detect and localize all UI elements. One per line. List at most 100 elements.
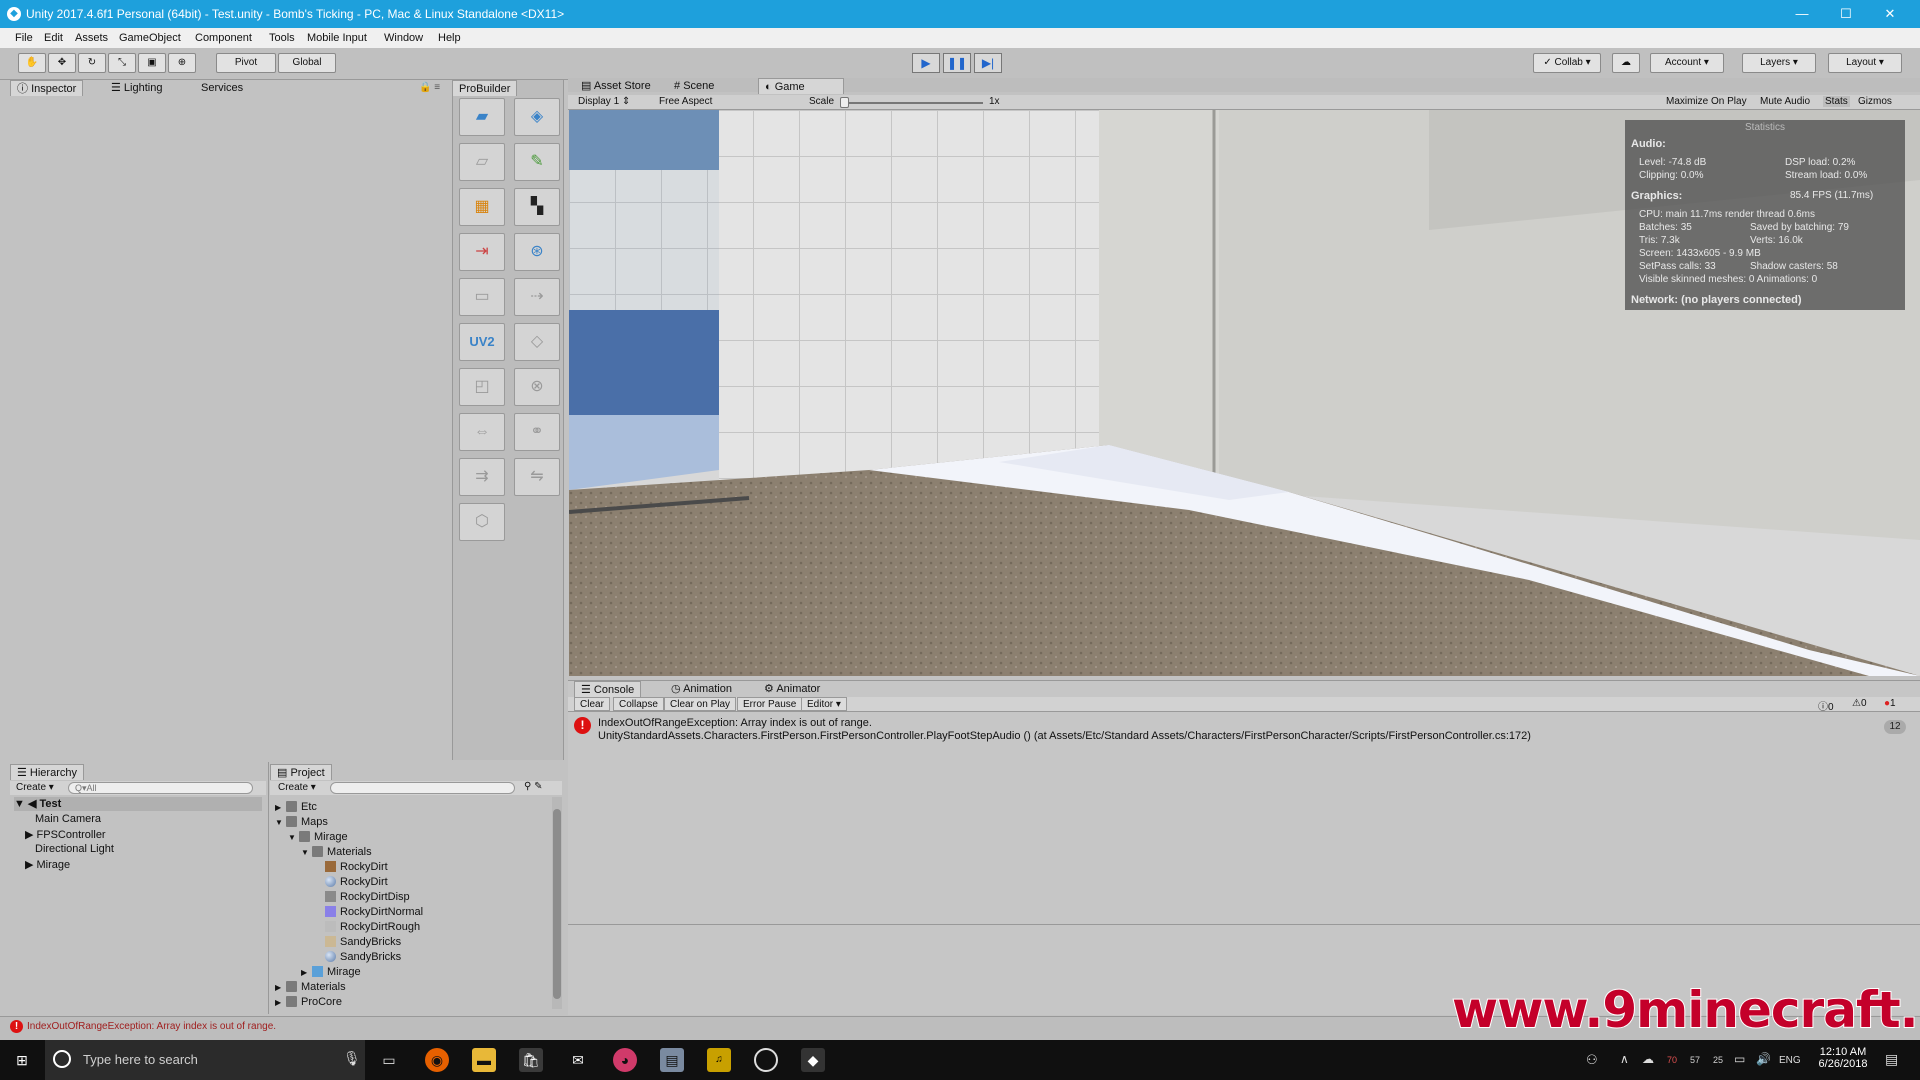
onedrive-icon[interactable]: ☁	[1642, 1052, 1654, 1066]
tab-animator[interactable]: ⚙ Animator	[758, 681, 826, 697]
tab-project[interactable]: ▤ Project	[270, 764, 332, 780]
expand-arrow-icon[interactable]: ▼	[288, 833, 299, 842]
project-item[interactable]: ▼ Mirage	[288, 831, 348, 843]
global-toggle[interactable]: Global	[278, 53, 336, 73]
project-scrollbar[interactable]	[552, 797, 562, 1009]
console-warning-toggle[interactable]: ⚠0	[1852, 698, 1867, 709]
console-collapse-button[interactable]: Collapse	[613, 697, 664, 711]
status-message[interactable]: IndexOutOfRangeException: Array index is…	[27, 1021, 276, 1032]
taskbar-clock[interactable]: 12:10 AM 6/26/2018	[1813, 1046, 1873, 1070]
edge-select-icon[interactable]: ⇢	[514, 278, 560, 316]
project-item[interactable]: SandyBricks	[314, 951, 401, 963]
play-button[interactable]: ▶	[912, 53, 940, 73]
scale-slider[interactable]	[843, 102, 983, 104]
menu-edit[interactable]: Edit	[44, 32, 63, 44]
gizmos-dropdown[interactable]: Gizmos	[1858, 96, 1892, 107]
maximize-on-play-toggle[interactable]: Maximize On Play	[1666, 96, 1747, 107]
uv-editor-icon[interactable]: ⇥	[459, 233, 505, 271]
flip-icon[interactable]: ⇔	[459, 413, 505, 451]
console-clear-button[interactable]: Clear	[574, 697, 610, 711]
project-item[interactable]: ▶ ProCore	[275, 996, 342, 1008]
pivot-select-icon[interactable]: ⊛	[514, 233, 560, 271]
bridge-icon[interactable]: ⇉	[459, 458, 505, 496]
extrude-icon[interactable]: ◇	[514, 323, 560, 361]
windows-start-icon[interactable]: ⊞	[10, 1048, 34, 1072]
merge-icon[interactable]: ⊗	[514, 368, 560, 406]
mirror-icon[interactable]: ◰	[459, 368, 505, 406]
project-item[interactable]: ▼ Maps	[275, 816, 328, 828]
menu-window[interactable]: Window	[384, 32, 423, 44]
project-item[interactable]: RockyDirtRough	[314, 921, 420, 933]
move-tool-icon[interactable]: ✥	[48, 53, 76, 73]
shape-tool-icon[interactable]: ▰	[459, 98, 505, 136]
mute-audio-toggle[interactable]: Mute Audio	[1760, 96, 1810, 107]
console-detail-divider[interactable]	[568, 924, 1920, 925]
expand-arrow-icon[interactable]: ▶	[275, 998, 286, 1007]
hierarchy-item-fpscontroller[interactable]: ▶ FPSController	[25, 828, 106, 841]
notifications-icon[interactable]: ▤	[1885, 1051, 1898, 1068]
hierarchy-item-directional-light[interactable]: Directional Light	[35, 843, 114, 855]
account-dropdown[interactable]: Account ▾	[1650, 53, 1724, 73]
console-editor-dropdown[interactable]: Editor ▾	[801, 697, 847, 711]
cloud-icon[interactable]: ☁	[1612, 53, 1640, 73]
transform-tool-icon[interactable]: ⊕	[168, 53, 196, 73]
tab-asset-store[interactable]: ▤ Asset Store	[575, 78, 657, 94]
poly-shape-icon[interactable]: ◈	[514, 98, 560, 136]
project-item[interactable]: ▶ Materials	[275, 981, 346, 993]
tab-hierarchy[interactable]: ☰ Hierarchy	[10, 764, 84, 780]
menu-file[interactable]: File	[15, 32, 33, 44]
tab-lighting[interactable]: ☰ Lighting	[105, 80, 168, 96]
vertex-color-icon[interactable]: ✎	[514, 143, 560, 181]
project-item[interactable]: RockyDirt	[314, 876, 388, 888]
rotate-tool-icon[interactable]: ↻	[78, 53, 106, 73]
display-dropdown[interactable]: Display 1 ⇕	[578, 96, 630, 107]
tab-probuilder[interactable]: ProBuilder	[452, 80, 518, 96]
tab-console[interactable]: ☰ Console	[574, 681, 642, 697]
expand-arrow-icon[interactable]: ▼	[301, 848, 312, 857]
people-icon[interactable]: ⚇	[1586, 1052, 1598, 1068]
expand-arrow-icon[interactable]: ▶	[301, 968, 312, 977]
hierarchy-item-mirage[interactable]: ▶ Mirage	[25, 858, 70, 871]
panel-options-icon[interactable]: 🔒 ≡	[419, 82, 440, 93]
volume-icon[interactable]: 🔊	[1756, 1052, 1771, 1066]
project-item[interactable]: ▶ Mirage	[301, 966, 361, 978]
close-button[interactable]: ✕	[1870, 3, 1910, 25]
maximize-button[interactable]: ☐	[1826, 3, 1866, 25]
expand-arrow-icon[interactable]: ▼	[275, 818, 286, 827]
material-editor-icon[interactable]: ▱	[459, 143, 505, 181]
tray-up-icon[interactable]: ∧	[1620, 1052, 1629, 1066]
stats-toggle[interactable]: Stats	[1823, 96, 1850, 107]
project-item[interactable]: RockyDirt	[314, 861, 388, 873]
detach-icon[interactable]: ⬡	[459, 503, 505, 541]
menu-assets[interactable]: Assets	[75, 32, 108, 44]
console-error-pause-button[interactable]: Error Pause	[737, 697, 803, 711]
expand-arrow-icon[interactable]: ▶	[275, 803, 286, 812]
menu-gameobject[interactable]: GameObject	[119, 32, 181, 44]
tab-services[interactable]: Services	[195, 80, 249, 96]
pivot-toggle[interactable]: Pivot	[216, 53, 276, 73]
checker-icon[interactable]: ▚	[514, 188, 560, 226]
layers-dropdown[interactable]: Layers ▾	[1742, 53, 1816, 73]
connect-icon[interactable]: ⚭	[514, 413, 560, 451]
tab-animation[interactable]: ◷ Animation	[665, 681, 738, 697]
file-explorer-icon[interactable]: ▬	[472, 1048, 496, 1072]
weld-icon[interactable]: ⇋	[514, 458, 560, 496]
console-error-toggle[interactable]: ●1	[1884, 698, 1896, 709]
mail-icon[interactable]: ✉	[566, 1048, 590, 1072]
console-info-toggle[interactable]: ⓘ0	[1818, 698, 1834, 713]
taskbar-search-box[interactable]: Type here to search 🎙	[45, 1040, 365, 1080]
hierarchy-item-main-camera[interactable]: Main Camera	[35, 813, 101, 825]
menu-help[interactable]: Help	[438, 32, 461, 44]
face-select-icon[interactable]: ▭	[459, 278, 505, 316]
project-item[interactable]: ▶ Etc	[275, 801, 317, 813]
expand-arrow-icon[interactable]: ▶	[275, 983, 286, 992]
store-icon[interactable]: 🛍	[519, 1048, 543, 1072]
project-item[interactable]: RockyDirtNormal	[314, 906, 423, 918]
project-search-input[interactable]	[330, 782, 515, 794]
network-icon[interactable]: ▭	[1734, 1052, 1745, 1066]
hand-tool-icon[interactable]: ✋	[18, 53, 46, 73]
menu-mobile-input[interactable]: Mobile Input	[307, 32, 367, 44]
collab-dropdown[interactable]: ✓ Collab ▾	[1533, 53, 1601, 73]
tab-inspector[interactable]: ⓘ Inspector	[10, 80, 84, 96]
unity-hub-icon[interactable]: ◔	[754, 1048, 778, 1072]
